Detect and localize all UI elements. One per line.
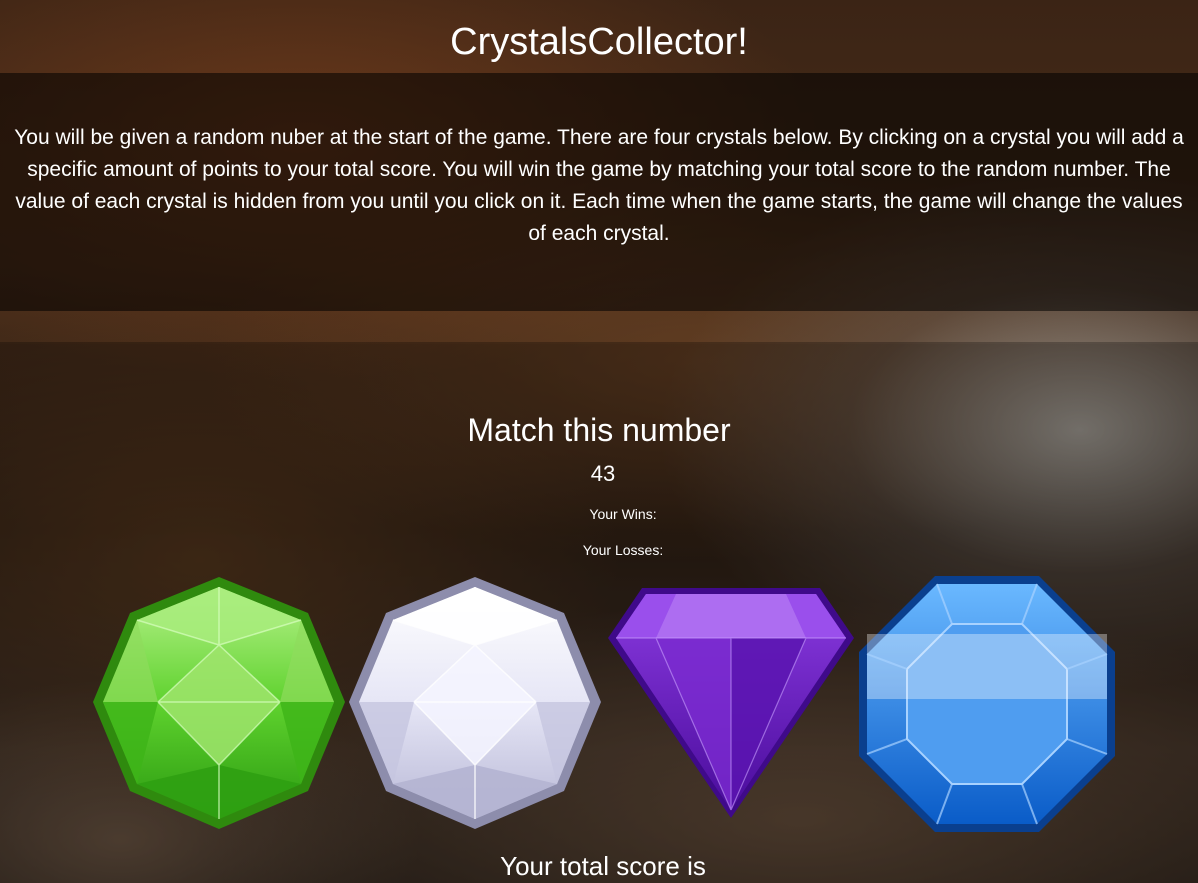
- section-divider: [0, 342, 1198, 344]
- purple-crystal-icon: [608, 588, 854, 818]
- match-heading: Match this number: [467, 412, 731, 448]
- game-title: CrystalsCollector!: [450, 21, 748, 63]
- game-page: CrystalsCollector! You will be given a r…: [0, 0, 1198, 883]
- instructions-text: You will be given a random nuber at the …: [14, 126, 1184, 245]
- blue-crystal-icon: [859, 576, 1115, 832]
- blue-crystal-button[interactable]: [857, 574, 1117, 834]
- green-crystal-icon: [93, 577, 345, 829]
- total-score-label: Your total score is: [500, 851, 706, 881]
- purple-crystal-button[interactable]: [606, 586, 856, 820]
- losses-label: Your Losses:: [582, 542, 664, 558]
- wins-label: Your Wins:: [589, 506, 657, 522]
- green-crystal-button[interactable]: [90, 575, 348, 833]
- white-crystal-icon: [349, 577, 601, 829]
- target-number: 43: [590, 461, 616, 486]
- white-crystal-button[interactable]: [346, 575, 604, 833]
